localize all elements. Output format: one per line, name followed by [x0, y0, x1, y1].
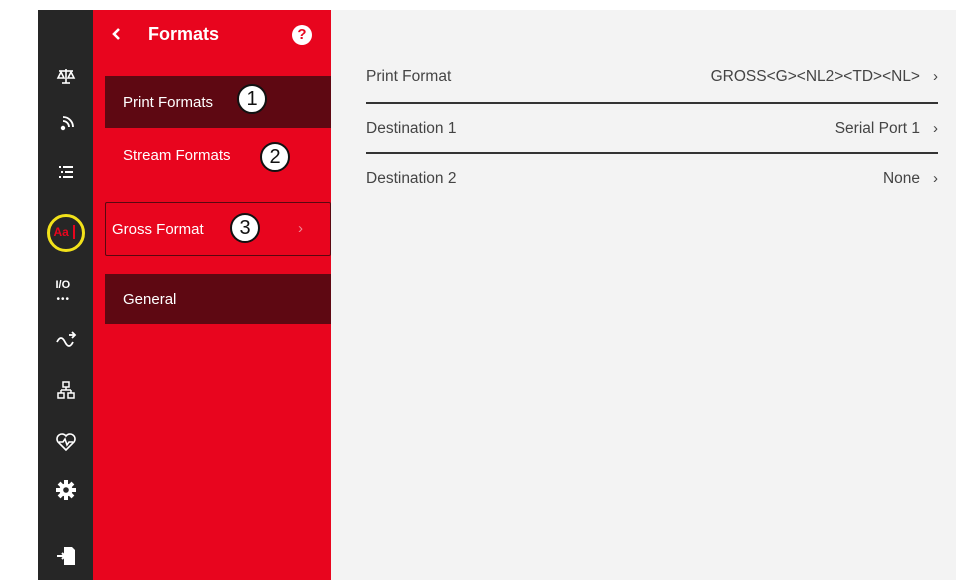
callout-badge: 1: [237, 84, 267, 114]
row-label: Destination 1: [366, 120, 457, 137]
menu-item-label: Print Formats: [123, 94, 214, 111]
io-dots: •••: [56, 294, 71, 305]
network-icon[interactable]: [38, 372, 93, 408]
chevron-right-icon: ›: [933, 170, 938, 187]
io-icon[interactable]: I/O •••: [38, 272, 93, 308]
heart-health-icon[interactable]: [38, 424, 93, 460]
panel-header: Formats ?: [93, 10, 331, 58]
signal-icon[interactable]: [38, 322, 93, 358]
menu-item-stream-formats[interactable]: Stream Formats 2: [105, 128, 331, 180]
chevron-right-icon: ›: [298, 220, 303, 237]
row-print-format[interactable]: Print Format GROSS<G><NL2><TD><NL> ›: [366, 50, 938, 94]
callout-badge: 2: [260, 142, 290, 172]
page-title: Formats: [148, 24, 220, 44]
menu-item-label: Stream Formats: [123, 147, 231, 164]
menu-item-general[interactable]: General: [105, 274, 331, 324]
row-label: Destination 2: [366, 170, 457, 187]
menu-item-print-formats[interactable]: Print Formats 1: [105, 76, 331, 128]
export-icon[interactable]: [38, 538, 93, 574]
row-value: None: [882, 170, 920, 187]
gear-icon[interactable]: [38, 472, 93, 508]
chevron-left-icon[interactable]: [107, 23, 125, 45]
formats-aa-text: Aa: [53, 225, 69, 239]
row-destination-1[interactable]: Destination 1 Serial Port 1 ›: [366, 100, 938, 144]
content-area: Print Format GROSS<G><NL2><TD><NL> › Des…: [331, 10, 956, 580]
menu-item-label: Gross Format: [112, 221, 204, 238]
cursor-bar: [72, 225, 75, 239]
io-text: I/O: [55, 279, 71, 291]
menu-item-gross-format[interactable]: Gross Format 3 ›: [105, 202, 331, 256]
callout-badge: 3: [230, 213, 260, 243]
row-label: Print Format: [366, 68, 452, 85]
formats-menu-panel: Formats ? Print Formats 1 Stream Formats…: [93, 10, 331, 580]
chevron-right-icon: ›: [933, 120, 938, 137]
icon-rail: Aa I/O •••: [38, 10, 93, 580]
row-value: Serial Port 1: [834, 120, 920, 137]
app-frame: Aa I/O ••• Formats ? Print Formats 1 Str…: [38, 10, 956, 580]
scale-icon[interactable]: [38, 58, 93, 94]
help-icon[interactable]: ?: [292, 25, 312, 45]
chevron-right-icon: ›: [933, 68, 938, 85]
menu-item-label: General: [123, 291, 177, 308]
list-icon[interactable]: [38, 154, 93, 190]
row-destination-2[interactable]: Destination 2 None ›: [366, 150, 938, 194]
wireless-icon[interactable]: [38, 106, 93, 142]
formats-aa-icon[interactable]: Aa: [38, 213, 93, 253]
row-value: GROSS<G><NL2><TD><NL>: [710, 68, 920, 85]
